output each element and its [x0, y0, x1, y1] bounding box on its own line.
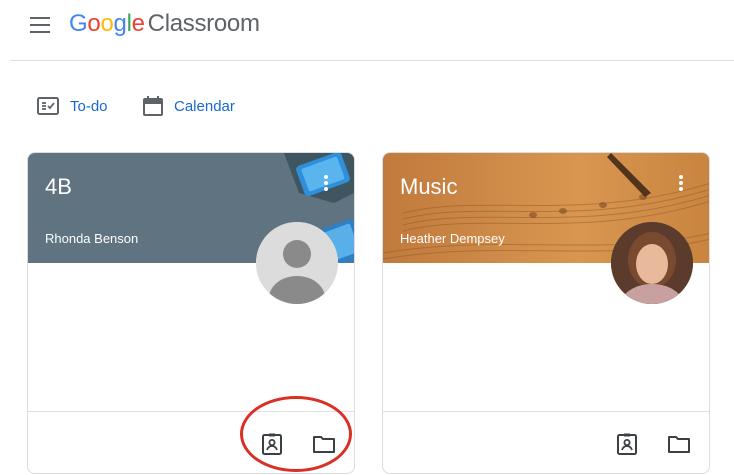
calendar-link[interactable]: Calendar — [142, 92, 235, 120]
more-vert-icon[interactable] — [679, 175, 683, 191]
menu-icon[interactable] — [30, 17, 50, 33]
todo-link[interactable]: To-do — [36, 92, 108, 120]
class-card[interactable]: Music Heather Dempsey — [382, 152, 710, 474]
logo-letter: o — [100, 10, 114, 37]
logo-letter: e — [131, 10, 145, 37]
teacher-avatar — [611, 222, 693, 304]
logo-letter: g — [113, 10, 127, 37]
class-title[interactable]: Music — [400, 174, 457, 200]
logo-letter: o — [87, 10, 101, 37]
teacher-avatar — [256, 222, 338, 304]
teacher-name: Heather Dempsey — [400, 231, 505, 246]
logo-letter: G — [69, 10, 88, 37]
app-bar: Google Classroom — [0, 0, 734, 60]
class-title[interactable]: 4B — [45, 174, 72, 200]
assignment-ind-icon[interactable] — [615, 432, 639, 456]
more-vert-icon[interactable] — [324, 175, 328, 191]
logo-product-name: Classroom — [147, 10, 260, 37]
card-footer — [383, 411, 709, 473]
calendar-icon — [143, 96, 163, 116]
calendar-label: Calendar — [174, 97, 235, 115]
header-divider — [10, 60, 734, 61]
todo-icon — [37, 97, 59, 115]
app-logo[interactable]: Google Classroom — [69, 9, 260, 39]
teacher-name: Rhonda Benson — [45, 231, 139, 246]
highlight-annotation-circle — [240, 396, 352, 472]
folder-icon[interactable] — [667, 432, 691, 456]
todo-label: To-do — [70, 97, 108, 115]
